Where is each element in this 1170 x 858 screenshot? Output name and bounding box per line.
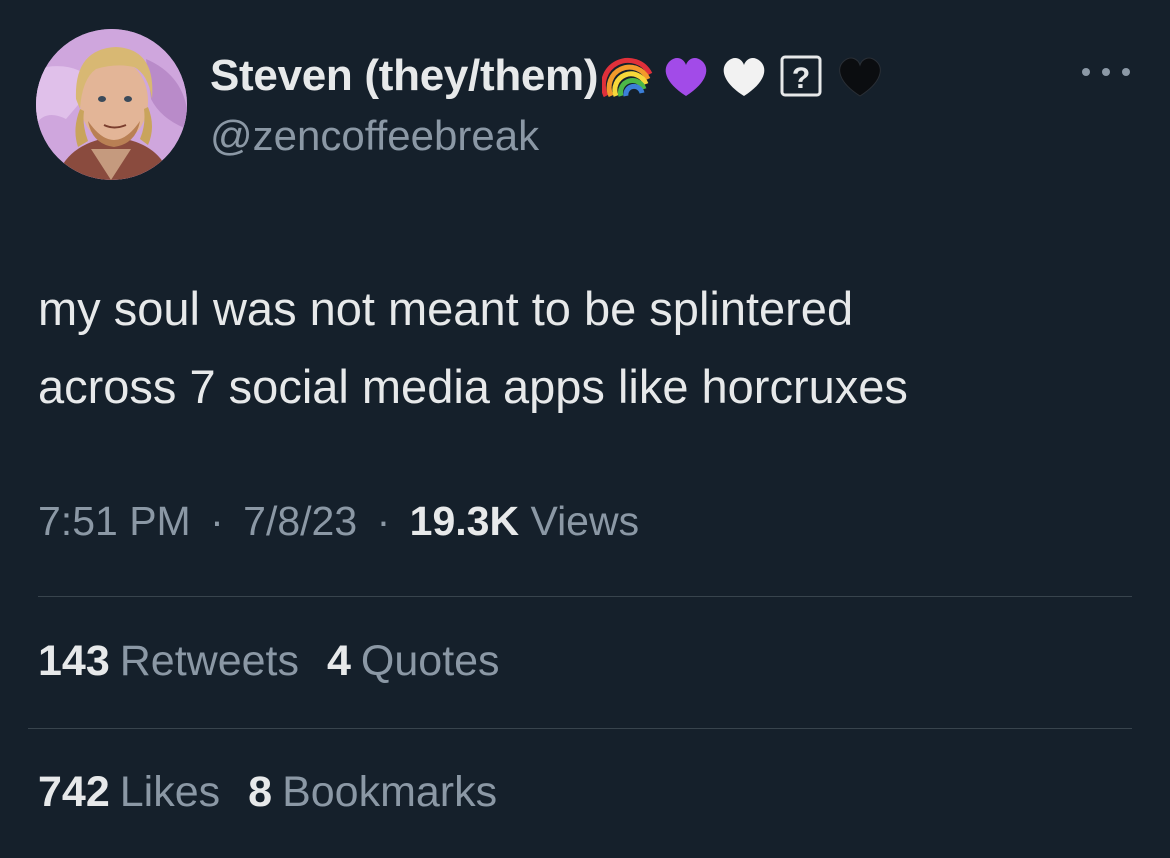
tweet-text-line: my soul was not meant to be splintered <box>38 282 854 335</box>
quotes-label: Quotes <box>360 637 500 685</box>
views-count: 19.3K <box>409 498 520 544</box>
unknown-glyph-icon: ? <box>776 52 828 100</box>
likes-count: 742 <box>38 768 110 816</box>
tweet-meta: 7:51 PM · 7/8/23 · 19.3K Views <box>38 498 639 545</box>
more-dot <box>1122 68 1130 76</box>
profile-photo <box>36 29 187 180</box>
tweet-text-line: across 7 social media apps like horcruxe… <box>38 360 908 413</box>
meta-separator: · <box>376 498 391 544</box>
retweets-stat[interactable]: 143 Retweets <box>38 637 299 686</box>
rainbow-icon <box>602 52 654 100</box>
more-dot <box>1082 68 1090 76</box>
purple-heart-icon <box>660 52 712 100</box>
quotes-stat[interactable]: 4 Quotes <box>327 637 500 686</box>
more-dot <box>1102 68 1110 76</box>
name-emojis: ? <box>602 52 886 100</box>
meta-separator: · <box>210 498 224 544</box>
tweet-time[interactable]: 7:51 PM <box>38 498 191 544</box>
bookmarks-stat[interactable]: 8 Bookmarks <box>248 768 497 817</box>
name-row: Steven (they/them) ? <box>210 48 886 104</box>
white-heart-icon <box>718 52 770 100</box>
unknown-glyph-text: ? <box>792 62 810 95</box>
more-options-icon[interactable] <box>1082 55 1130 89</box>
tweet-text: my soul was not meant to be splintered a… <box>38 270 1128 426</box>
bookmarks-count: 8 <box>248 768 273 816</box>
retweets-label: Retweets <box>119 637 299 685</box>
bookmarks-label: Bookmarks <box>282 768 498 816</box>
views-label: Views <box>530 498 640 544</box>
avatar[interactable] <box>36 29 187 180</box>
display-name[interactable]: Steven (they/them) <box>210 51 599 101</box>
retweets-count: 143 <box>38 637 110 685</box>
user-handle[interactable]: @zencoffeebreak <box>210 112 539 160</box>
black-heart-icon <box>834 52 886 100</box>
engagement-row-2: 742 Likes 8 Bookmarks <box>38 768 497 817</box>
quotes-count: 4 <box>327 637 351 685</box>
divider <box>38 596 1132 597</box>
tweet-date[interactable]: 7/8/23 <box>243 498 357 544</box>
likes-stat[interactable]: 742 Likes <box>38 768 220 817</box>
likes-label: Likes <box>119 768 221 816</box>
engagement-row-1: 143 Retweets 4 Quotes <box>38 637 500 686</box>
tweet-detail: Steven (they/them) ? @zencoffeebreak my … <box>0 0 1170 858</box>
divider <box>28 728 1132 729</box>
